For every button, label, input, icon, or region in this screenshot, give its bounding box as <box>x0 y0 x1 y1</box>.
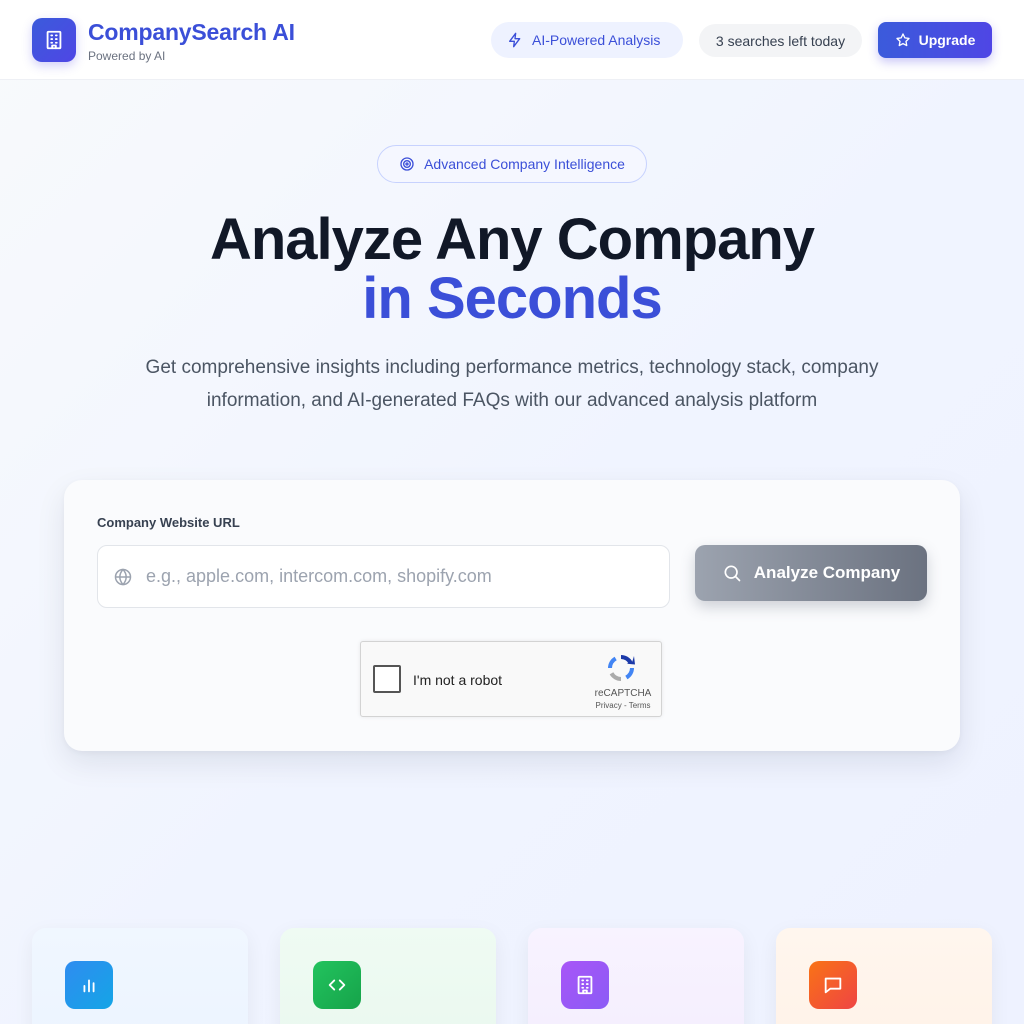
recaptcha-widget: I'm not a robot reCAPTCHA Privacy - Term… <box>360 641 662 717</box>
url-input-container[interactable] <box>97 545 670 608</box>
hero-description: Get comprehensive insights including per… <box>145 357 879 411</box>
url-input[interactable] <box>146 546 656 606</box>
recaptcha-brand: reCAPTCHA <box>594 688 652 699</box>
url-field-label: Company Website URL <box>97 515 240 530</box>
feature-icon-box <box>561 961 609 1009</box>
feature-card-faqs <box>776 928 992 1024</box>
intelligence-badge: Advanced Company Intelligence <box>377 145 647 183</box>
feature-card-performance <box>32 928 248 1024</box>
feature-icon-box <box>313 961 361 1009</box>
search-icon <box>724 565 741 582</box>
analyze-company-label: Analyze Company <box>753 563 901 582</box>
building-icon <box>577 975 593 995</box>
searches-left-badge: 3 searches left today <box>699 24 862 57</box>
feature-icon-box <box>809 961 857 1009</box>
target-icon <box>400 157 414 171</box>
intelligence-badge-label: Advanced Company Intelligence <box>424 156 625 172</box>
message-icon <box>824 977 842 994</box>
recaptcha-checkbox[interactable] <box>373 665 401 693</box>
lightning-icon <box>509 32 521 48</box>
bar-chart-icon <box>83 979 95 993</box>
feature-card-company-info <box>528 928 744 1024</box>
brand-title[interactable]: CompanySearch AI <box>88 19 295 46</box>
recaptcha-privacy-terms-link[interactable]: Privacy - Terms <box>589 701 657 710</box>
feature-icon-box <box>65 961 113 1009</box>
ai-powered-label: AI-Powered Analysis <box>532 32 661 48</box>
recaptcha-label: I'm not a robot <box>413 672 503 688</box>
feature-card-technology <box>280 928 496 1024</box>
brand-logo[interactable] <box>32 18 76 62</box>
top-header: CompanySearch AI Powered by AI AI-Powere… <box>0 0 1024 80</box>
star-icon <box>895 33 910 47</box>
brand-subtitle: Powered by AI <box>88 49 166 63</box>
globe-icon <box>114 568 132 586</box>
recaptcha-logo-icon <box>608 655 635 681</box>
upgrade-button[interactable]: Upgrade <box>878 22 992 58</box>
building-icon <box>46 30 62 50</box>
ai-powered-badge: AI-Powered Analysis <box>491 22 683 58</box>
hero-title: Analyze Any Company <box>209 207 815 272</box>
code-icon <box>328 979 346 991</box>
search-card: Company Website URL Analyze Company I'm … <box>64 480 960 751</box>
upgrade-label: Upgrade <box>918 32 976 48</box>
hero-title-highlight: in Seconds <box>362 266 662 331</box>
analyze-company-button[interactable]: Analyze Company <box>695 545 927 601</box>
